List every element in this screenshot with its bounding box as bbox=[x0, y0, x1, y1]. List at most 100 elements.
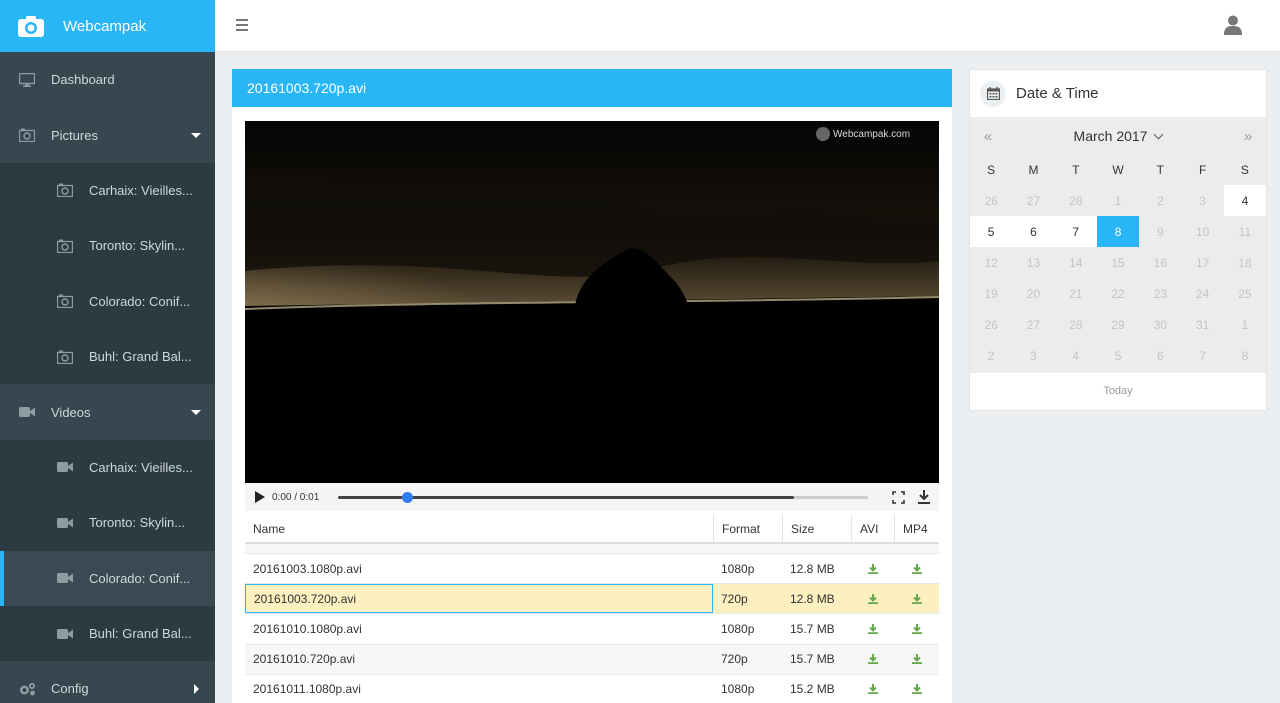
col-mp4[interactable]: MP4 bbox=[894, 514, 939, 543]
calendar-day[interactable]: 25 bbox=[1224, 278, 1266, 309]
col-format[interactable]: Format bbox=[713, 514, 782, 543]
menu-toggle-icon[interactable] bbox=[236, 19, 248, 31]
download-avi-icon[interactable] bbox=[851, 584, 894, 613]
calendar-day[interactable]: 4 bbox=[1223, 185, 1267, 216]
download-avi-icon[interactable] bbox=[851, 614, 894, 643]
calendar-day[interactable]: 12 bbox=[970, 247, 1012, 278]
col-avi[interactable]: AVI bbox=[851, 514, 894, 543]
download-mp4-icon[interactable] bbox=[894, 584, 939, 613]
calendar-day[interactable]: 21 bbox=[1055, 278, 1097, 309]
calendar-day[interactable]: 28 bbox=[1055, 185, 1097, 216]
calendar-day[interactable]: 6 bbox=[1139, 340, 1181, 371]
calendar-day[interactable]: 16 bbox=[1139, 247, 1181, 278]
calendar-day[interactable]: 11 bbox=[1224, 216, 1266, 247]
calendar-day[interactable]: 2 bbox=[970, 340, 1012, 371]
download-mp4-icon[interactable] bbox=[894, 645, 939, 674]
sidebar-item-camera[interactable]: Toronto: Skylin... bbox=[0, 218, 215, 274]
calendar-day[interactable]: 9 bbox=[1139, 216, 1181, 247]
calendar-day[interactable]: 31 bbox=[1181, 309, 1223, 340]
seek-bar[interactable] bbox=[338, 491, 868, 503]
sidebar-item-camera[interactable]: Toronto: Skylin... bbox=[0, 495, 215, 551]
calendar-day[interactable]: 5 bbox=[1097, 340, 1139, 371]
calendar-day[interactable]: 23 bbox=[1139, 278, 1181, 309]
camera-icon bbox=[18, 128, 36, 143]
sidebar-item-label: Carhaix: Vieilles... bbox=[89, 182, 193, 198]
play-icon[interactable] bbox=[255, 491, 265, 503]
calendar-day[interactable]: 14 bbox=[1055, 247, 1097, 278]
sidebar-item-dashboard[interactable]: Dashboard bbox=[0, 52, 215, 108]
calendar-day[interactable]: 7 bbox=[1181, 340, 1223, 371]
sidebar-item-label: Toronto: Skylin... bbox=[89, 515, 186, 531]
fullscreen-icon[interactable] bbox=[892, 491, 905, 504]
calendar-day[interactable]: 22 bbox=[1097, 278, 1139, 309]
weekday-label: W bbox=[1112, 163, 1124, 177]
table-row[interactable]: 20161010.1080p.avi 1080p 15.7 MB bbox=[245, 614, 939, 645]
table-row[interactable]: 20161011.1080p.avi 1080p 15.2 MB bbox=[245, 675, 939, 703]
download-avi-icon[interactable] bbox=[851, 645, 894, 674]
calendar-day[interactable]: 18 bbox=[1224, 247, 1266, 278]
calendar-day[interactable]: 30 bbox=[1139, 309, 1181, 340]
video-icon bbox=[56, 571, 74, 585]
sidebar-item-camera[interactable]: Carhaix: Vieilles... bbox=[0, 162, 215, 219]
calendar-day[interactable]: 8 bbox=[1224, 340, 1266, 371]
brand[interactable]: Webcampak bbox=[0, 0, 215, 52]
calendar-day[interactable]: 27 bbox=[1012, 185, 1054, 216]
calendar-day[interactable]: 17 bbox=[1181, 247, 1223, 278]
sidebar-item-camera[interactable]: Colorado: Conif... bbox=[0, 550, 215, 607]
calendar-day[interactable]: 29 bbox=[1097, 309, 1139, 340]
calendar-day[interactable]: 24 bbox=[1181, 278, 1223, 309]
download-avi-icon[interactable] bbox=[851, 554, 894, 583]
calendar-day[interactable]: 4 bbox=[1055, 340, 1097, 371]
col-size[interactable]: Size bbox=[782, 514, 851, 543]
video-frame bbox=[245, 121, 939, 483]
sidebar-item-camera[interactable]: Carhaix: Vieilles... bbox=[0, 439, 215, 496]
calendar-day[interactable]: 10 bbox=[1181, 216, 1223, 247]
calendar-day[interactable]: 1 bbox=[1097, 185, 1139, 216]
sidebar-item-videos[interactable]: Videos bbox=[0, 384, 215, 440]
calendar-day[interactable]: 2 bbox=[1139, 185, 1181, 216]
calendar-day[interactable]: 7 bbox=[1054, 216, 1097, 247]
user-icon[interactable] bbox=[1224, 15, 1242, 35]
download-icon[interactable] bbox=[917, 489, 931, 505]
calendar-day[interactable]: 19 bbox=[970, 278, 1012, 309]
sidebar-item-camera[interactable]: Buhl: Grand Bal... bbox=[0, 328, 215, 385]
datetime-title: Date & Time bbox=[1016, 85, 1099, 102]
calendar-day[interactable]: 1 bbox=[1224, 309, 1266, 340]
calendar-day[interactable]: 5 bbox=[970, 216, 1013, 247]
calendar-days: 26 27 28 1 2 3 4 5 6 7 8 9 10 11 12 13 14 15 16 17 18 19 20 21 2… bbox=[970, 185, 1267, 371]
download-mp4-icon[interactable] bbox=[894, 614, 939, 643]
seek-thumb[interactable] bbox=[401, 491, 413, 503]
download-mp4-icon[interactable] bbox=[894, 554, 939, 583]
sidebar-item-camera[interactable]: Buhl: Grand Bal... bbox=[0, 605, 215, 662]
next-month-button[interactable]: » bbox=[1240, 128, 1256, 145]
video-player[interactable]: Webcampak.com bbox=[245, 121, 939, 483]
calendar-day[interactable]: 3 bbox=[1012, 340, 1054, 371]
sidebar: Webcampak Dashboard Pictures Carhaix: Viei… bbox=[0, 0, 215, 703]
calendar-day[interactable]: 8 bbox=[1096, 216, 1140, 247]
sidebar-item-camera[interactable]: Colorado: Conif... bbox=[0, 273, 215, 329]
calendar-day[interactable]: 26 bbox=[970, 185, 1012, 216]
calendar-day[interactable]: 28 bbox=[1055, 309, 1097, 340]
cell-size: 15.7 MB bbox=[790, 652, 835, 667]
sidebar-item-pictures[interactable]: Pictures bbox=[0, 107, 215, 163]
month-select[interactable]: March 2017 bbox=[1074, 128, 1164, 144]
sidebar-item-config[interactable]: Config bbox=[0, 661, 215, 703]
table-row[interactable]: 20161003.1080p.avi 1080p 12.8 MB bbox=[245, 554, 939, 585]
calendar-day[interactable]: 6 bbox=[1012, 216, 1055, 247]
calendar-day[interactable]: 20 bbox=[1012, 278, 1054, 309]
weekday-label: F bbox=[1198, 163, 1207, 177]
calendar-day[interactable]: 3 bbox=[1181, 185, 1223, 216]
download-mp4-icon[interactable] bbox=[894, 675, 939, 703]
calendar-day[interactable]: 15 bbox=[1097, 247, 1139, 278]
calendar-day[interactable]: 26 bbox=[970, 309, 1012, 340]
today-button[interactable]: Today bbox=[970, 372, 1266, 410]
calendar-day[interactable]: 13 bbox=[1012, 247, 1054, 278]
table-row[interactable]: 20161003.720p.avi 720p 12.8 MB bbox=[245, 584, 939, 615]
caret-down-icon bbox=[191, 410, 201, 416]
prev-month-button[interactable]: « bbox=[980, 128, 996, 145]
col-name[interactable]: Name bbox=[245, 514, 713, 543]
calendar-day[interactable]: 27 bbox=[1012, 309, 1054, 340]
cell-name: 20161010.720p.avi bbox=[253, 652, 356, 667]
download-avi-icon[interactable] bbox=[851, 675, 894, 703]
table-row[interactable]: 20161010.720p.avi 720p 15.7 MB bbox=[245, 644, 939, 675]
